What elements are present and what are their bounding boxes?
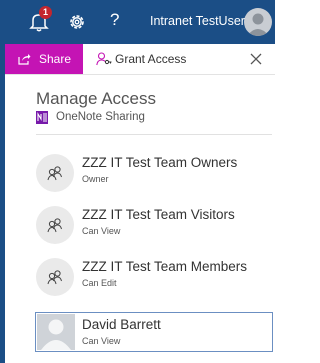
user-name: David Barrett (82, 317, 161, 332)
group-permission: Can View (82, 226, 121, 236)
user-row[interactable]: David Barrett Can View (35, 312, 273, 352)
people-icon (36, 154, 74, 192)
group-permission: Can Edit (82, 278, 117, 288)
panel-subtitle: OneNote Sharing (56, 111, 145, 123)
person-key-icon (96, 52, 112, 66)
tab-share-label: Share (39, 52, 72, 66)
user-avatar[interactable] (244, 8, 272, 36)
user-avatar (37, 314, 75, 350)
people-icon (36, 258, 74, 296)
divider (36, 134, 272, 135)
tab-grant-access-label: Grant Access (115, 52, 187, 66)
group-name: ZZZ IT Test Team Visitors (82, 207, 235, 222)
group-row-owners[interactable]: ZZZ IT Test Team Owners Owner (36, 154, 272, 196)
share-icon (17, 52, 31, 66)
user-name[interactable]: Intranet TestUser (150, 14, 245, 29)
group-name: ZZZ IT Test Team Members (82, 259, 248, 274)
suite-bar: 1 ? Intranet TestUser (0, 0, 275, 44)
share-tabs: Share Grant Access (5, 44, 275, 75)
group-name: ZZZ IT Test Team Owners (82, 155, 238, 170)
gear-icon[interactable] (65, 10, 89, 34)
onenote-icon (36, 111, 48, 124)
user-permission: Can View (82, 336, 121, 346)
group-permission: Owner (82, 174, 109, 184)
group-row-members[interactable]: ZZZ IT Test Team Members Can Edit (36, 258, 272, 300)
help-button[interactable]: ? (110, 10, 119, 30)
panel-edge (0, 44, 5, 363)
tab-share[interactable]: Share (5, 44, 83, 74)
close-icon[interactable] (248, 51, 264, 67)
group-row-visitors[interactable]: ZZZ IT Test Team Visitors Can View (36, 206, 272, 248)
panel-title: Manage Access (36, 89, 157, 108)
people-icon (36, 206, 74, 244)
notification-badge: 1 (39, 6, 52, 19)
